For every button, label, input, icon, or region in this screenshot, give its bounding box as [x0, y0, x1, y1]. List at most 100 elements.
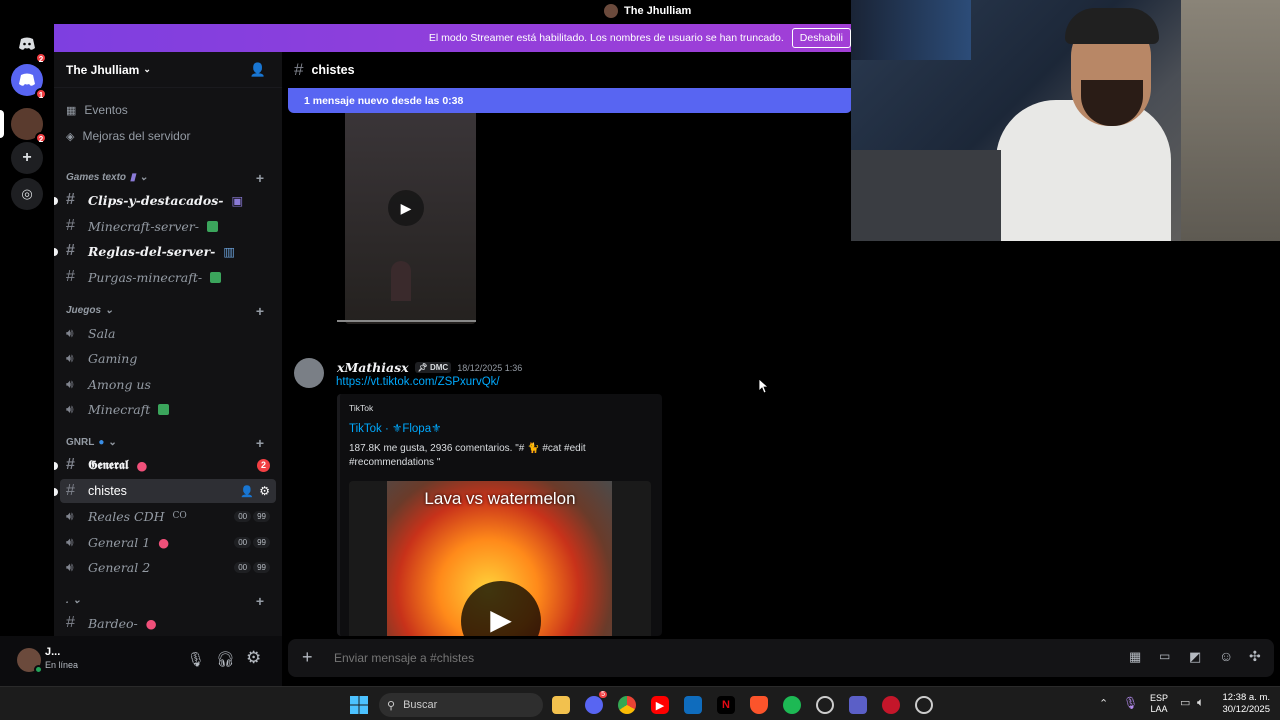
app-icon[interactable]	[882, 696, 900, 714]
server-icon-discord[interactable]: 1	[11, 64, 47, 100]
message-link[interactable]: https://vt.tiktok.com/ZSPxurvQk/	[336, 376, 500, 388]
globe-icon: ●	[98, 437, 105, 448]
direct-messages-button[interactable]: 2	[11, 28, 47, 64]
pin-icon: 📌︎	[417, 363, 428, 372]
add-channel-icon[interactable]: +	[256, 435, 264, 451]
chevron-down-icon: ⌄	[105, 305, 114, 316]
message-input[interactable]	[334, 647, 1094, 669]
discord-taskbar-icon[interactable]: 5	[585, 691, 607, 714]
embed-title[interactable]: TikTok · ⚜Flopa⚜	[349, 421, 441, 435]
youtube-icon[interactable]: ▶	[651, 696, 669, 714]
book-icon: ▮	[130, 172, 136, 183]
category-games-texto[interactable]: Games texto ▮ ⌄ +	[66, 170, 276, 186]
speedometer-icon[interactable]	[816, 696, 834, 714]
windows-start-icon[interactable]	[350, 696, 368, 714]
language-indicator[interactable]: ESP LAA	[1150, 693, 1168, 715]
speaker-icon: 🔊︎	[66, 534, 74, 549]
gear-icon[interactable]: ⚙	[259, 484, 270, 498]
disable-streamer-button[interactable]: Deshabili	[791, 28, 851, 48]
channel-bardeo[interactable]: # Bardeo- ●	[60, 611, 276, 635]
add-server-button[interactable]: +	[11, 142, 43, 174]
spotify-icon[interactable]	[783, 696, 801, 714]
sticker-icon[interactable]: ◩	[1189, 649, 1201, 665]
monitor-icon[interactable]: ▭	[1180, 696, 1190, 709]
taskbar-search[interactable]: ⚲ Buscar	[379, 693, 543, 717]
category-juegos[interactable]: Juegos ⌄ +	[66, 303, 276, 319]
channel-reglas[interactable]: # Reglas-del-server- ▥	[54, 239, 276, 263]
voice-channel-minecraft[interactable]: 🔊︎ Minecraft	[60, 397, 276, 421]
rail-badge: 1	[35, 88, 47, 100]
category-dot[interactable]: . ⌄ +	[66, 593, 276, 609]
tv-icon: ▣	[231, 192, 244, 208]
windows-taskbar: ⚲ Buscar 5 ▶ N ⌃ 🎙︎ ESP LAA ▭ 🔈︎ 12:38 a. …	[0, 686, 1280, 720]
hash-icon: #	[66, 614, 75, 631]
apps-icon[interactable]: ✣	[1249, 648, 1261, 665]
invite-people-icon[interactable]: 👤	[250, 62, 266, 78]
video-progress-bar[interactable]	[337, 320, 476, 322]
obs-icon[interactable]	[915, 696, 933, 714]
embed-provider: TikTok	[349, 403, 374, 413]
server-header[interactable]: The Jhulliam ⌄ 👤	[54, 52, 282, 88]
headphones-icon[interactable]: 🎧︎	[216, 650, 235, 668]
voice-channel-reales-cdh[interactable]: 🔊︎ Reales CDH CO 00 99	[60, 504, 276, 528]
channel-header: # chistes	[282, 52, 852, 88]
voice-channel-general-1[interactable]: 🔊︎ General 1 ● 00 99	[60, 530, 276, 554]
message-author[interactable]: xMathiasx	[337, 360, 409, 375]
channel-purgas[interactable]: # Purgas-minecraft-	[60, 265, 276, 289]
banner-text: El modo Streamer está habilitado. Los no…	[428, 32, 784, 44]
avatar[interactable]	[294, 358, 324, 388]
category-gnrl[interactable]: GNRL ● ⌄ +	[66, 435, 276, 451]
boost-icon: ◈	[66, 130, 75, 143]
add-channel-icon[interactable]: +	[256, 593, 264, 609]
embed-video[interactable]: Lava vs watermelon ▶	[349, 481, 651, 636]
mouse-cursor-icon	[759, 379, 769, 394]
plus-icon[interactable]: +	[302, 647, 313, 668]
voice-channel-among-us[interactable]: 🔊︎ Among us	[60, 372, 276, 396]
devil-icon: ●	[158, 534, 170, 550]
channel-minecraft-server[interactable]: # Minecraft-server-	[60, 214, 276, 238]
netflix-icon[interactable]: N	[717, 696, 735, 714]
voice-channel-general-2[interactable]: 🔊︎ General 2 00 99	[60, 555, 276, 579]
voice-channel-sala[interactable]: 🔊︎ Sala	[60, 321, 276, 345]
brave-icon[interactable]	[750, 696, 768, 714]
microphone-icon[interactable]: 🎙︎	[1123, 696, 1138, 710]
play-icon[interactable]: ▶	[388, 190, 424, 226]
server-avatar-icon	[604, 4, 618, 18]
sidebar-item-boosts[interactable]: ◈ Mejoras del servidor	[66, 129, 191, 143]
voice-channel-gaming[interactable]: 🔊︎ Gaming	[60, 346, 276, 370]
gif-icon[interactable]: ▭	[1159, 649, 1170, 663]
emoji-icon[interactable]: ☺	[1219, 648, 1233, 664]
volume-icon[interactable]: 🔈︎	[1197, 695, 1204, 710]
avatar[interactable]	[17, 648, 43, 674]
clock[interactable]: 12:38 a. m. 30/12/2025	[1218, 692, 1270, 716]
outlook-icon[interactable]	[684, 696, 702, 714]
chrome-icon[interactable]	[618, 696, 636, 714]
channel-clips[interactable]: # Clips-y-destacados- ▣	[54, 188, 276, 212]
user-settings-gear-icon[interactable]: ⚙	[246, 648, 261, 668]
file-explorer-icon[interactable]	[552, 696, 570, 714]
explore-button[interactable]: ◎	[11, 178, 43, 210]
add-channel-icon[interactable]: +	[256, 170, 264, 186]
discord-icon	[19, 73, 35, 86]
new-messages-bar[interactable]: 1 mensaje nuevo desde las 0:38	[288, 88, 852, 113]
sidebar-item-events[interactable]: ▦ Eventos	[66, 103, 128, 117]
streamer-mode-banner: El modo Streamer está habilitado. Los no…	[54, 24, 851, 52]
hash-icon: #	[66, 242, 75, 259]
server-icon-the-jhulliam[interactable]: 2	[11, 108, 47, 144]
embed-description: 187.8K me gusta, 2936 comentarios. "# 🐈 …	[349, 443, 586, 468]
add-channel-icon[interactable]: +	[256, 303, 264, 319]
microphone-icon[interactable]: 🎙︎	[187, 651, 205, 668]
person-cap	[1065, 8, 1159, 44]
chevron-down-icon: ⌄	[108, 437, 117, 448]
gift-icon[interactable]: ▦	[1129, 649, 1141, 665]
channel-chistes[interactable]: # chistes 👤 ⚙	[54, 479, 276, 503]
channel-general[interactable]: # 𝕲𝖊𝖓𝖊𝖗𝖆𝖑 ● 2	[54, 453, 276, 477]
teams-icon[interactable]	[849, 696, 867, 714]
video-attachment[interactable]: ▶	[337, 113, 476, 324]
chevron-up-icon[interactable]: ⌃	[1099, 697, 1108, 710]
drop-icon: ●	[145, 615, 157, 631]
chevron-down-icon: ⌄	[143, 64, 151, 74]
invite-icon[interactable]: 👤	[240, 485, 254, 498]
posters-wall	[851, 0, 971, 60]
user-panel: J... En línea 🎙︎ 🎧︎ ⚙	[0, 636, 282, 686]
